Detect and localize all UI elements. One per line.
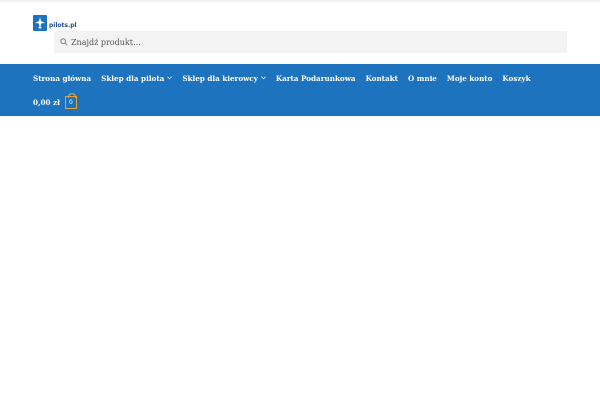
site-header: pilots.pl (0, 2, 600, 64)
search-icon (60, 38, 68, 46)
nav-item-label: Koszyk (502, 73, 531, 83)
nav-item-label: Strona główna (33, 73, 92, 83)
site-logo[interactable]: pilots.pl (33, 15, 77, 31)
chevron-down-icon (261, 76, 266, 80)
nav-item-label: Sklep dla pilota (101, 73, 165, 83)
cart-amount: 0,00 zł (33, 98, 60, 107)
search-bar (54, 31, 567, 53)
logo-text: pilots.pl (49, 21, 77, 29)
chevron-down-icon (167, 76, 173, 80)
cart-link[interactable]: 0,00 zł 0 (33, 93, 77, 109)
main-navigation: Strona główna Sklep dla pilota Sklep dla… (0, 64, 600, 116)
search-input[interactable] (71, 32, 551, 52)
cart-count: 0 (68, 99, 73, 106)
nav-item-pilot-shop[interactable]: Sklep dla pilota (101, 73, 173, 83)
nav-item-driver-shop[interactable]: Sklep dla kierowcy (182, 74, 266, 83)
cart-bag-icon: 0 (64, 93, 77, 109)
airplane-logo-icon (33, 15, 47, 31)
nav-item-account[interactable]: Moje konto (447, 74, 493, 83)
nav-item-about[interactable]: O mnie (408, 74, 437, 83)
nav-menu: Strona główna Sklep dla pilota Sklep dla… (33, 72, 541, 84)
nav-item-gift-card[interactable]: Karta Podarunkowa (276, 74, 356, 83)
nav-item-contact[interactable]: Kontakt (366, 74, 398, 83)
nav-item-label: O mnie (407, 73, 437, 83)
nav-item-label: Sklep dla kierowcy (182, 73, 258, 83)
nav-item-home[interactable]: Strona główna (33, 74, 91, 83)
nav-item-label: Kontakt (365, 73, 398, 83)
nav-item-label: Karta Podarunkowa (275, 73, 356, 83)
nav-item-label: Moje konto (446, 73, 493, 83)
nav-item-cart[interactable]: Koszyk (502, 74, 530, 83)
